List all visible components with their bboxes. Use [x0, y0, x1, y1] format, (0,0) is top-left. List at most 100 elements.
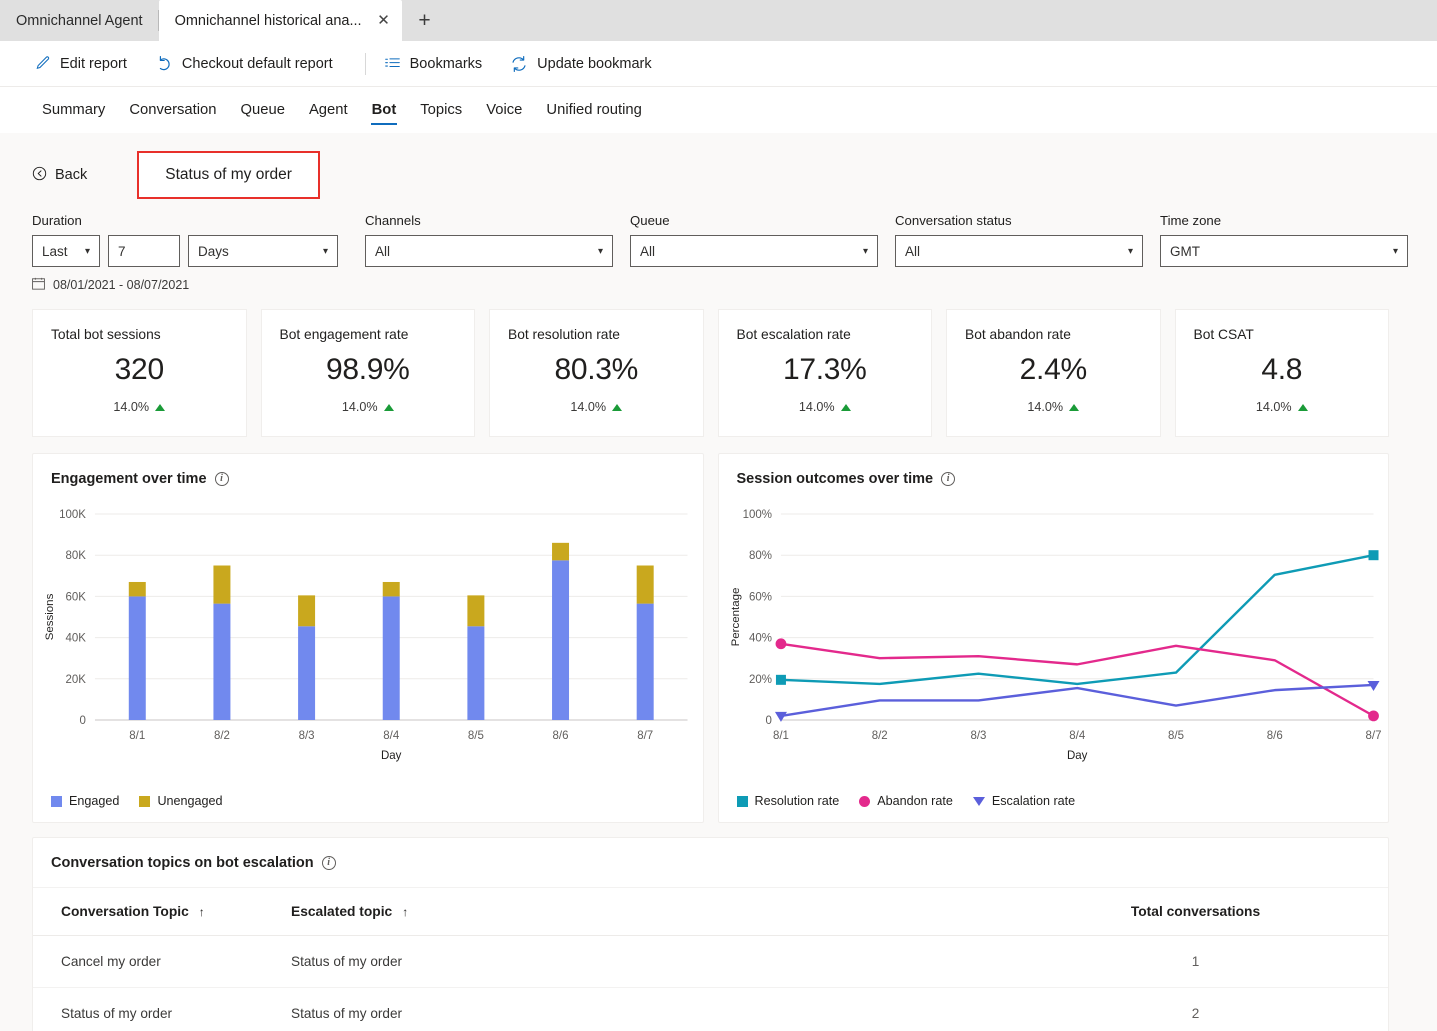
conversation-status-label: Conversation status	[895, 213, 1012, 228]
info-icon[interactable]: i	[214, 472, 229, 486]
update-bookmark-button[interactable]: Update bookmark	[510, 49, 665, 79]
kpi-card-bot-escalation-rate[interactable]: Bot escalation rate 17.3% 14.0%	[717, 309, 932, 437]
legend-item-unengaged[interactable]: Unengaged	[139, 794, 223, 808]
legend-item-engaged[interactable]: Engaged	[51, 794, 119, 808]
kpi-delta-text: 14.0%	[113, 400, 150, 414]
tab-label: Voice	[486, 102, 523, 118]
kpi-value: 98.9%	[325, 353, 410, 386]
back-button[interactable]: Back	[32, 166, 87, 185]
tab-label: Queue	[240, 102, 285, 118]
svg-text:80K: 80K	[66, 550, 87, 562]
chevron-down-icon: ▾	[597, 245, 603, 257]
queue-label: Queue	[630, 213, 670, 228]
kpi-delta-text: 14.0%	[798, 400, 835, 414]
browser-tab-active[interactable]: Omnichannel historical ana... ✕	[158, 0, 402, 41]
session-outcomes-legend: Resolution rate Abandon rate Escalation …	[736, 794, 1076, 808]
tab-label: Agent	[308, 102, 348, 118]
column-header-total-conversations[interactable]: Total conversations	[1003, 888, 1388, 936]
plus-icon: +	[418, 9, 431, 32]
tab-topics[interactable]: Topics	[408, 87, 474, 133]
tab-label: Topics	[420, 102, 463, 118]
engagement-over-time-card: Engagement over time i 0 20K 40K 60K 80K 100K…	[32, 453, 704, 823]
page-title-text: Status of my order	[165, 166, 292, 183]
svg-text:60K: 60K	[66, 591, 87, 603]
info-icon[interactable]: i	[321, 856, 336, 870]
tab-summary[interactable]: Summary	[30, 87, 117, 133]
kpi-card-bot-resolution-rate[interactable]: Bot resolution rate 80.3% 14.0%	[489, 309, 704, 437]
timezone-filter-group: Time zone GMT ▾	[1160, 213, 1408, 267]
kpi-card-bot-abandon-rate[interactable]: Bot abandon rate 2.4% 14.0%	[946, 309, 1161, 437]
svg-text:8/7: 8/7	[637, 730, 653, 742]
legend-swatch-resolution-rate	[736, 795, 748, 807]
kpi-title: Bot engagement rate	[279, 327, 409, 342]
pencil-icon	[34, 55, 51, 72]
conversation-status-select[interactable]: All ▾	[895, 235, 1143, 267]
tab-unified-routing[interactable]: Unified routing	[534, 87, 653, 133]
legend-item-abandon-rate[interactable]: Abandon rate	[859, 794, 953, 808]
kpi-title: Bot CSAT	[1193, 327, 1254, 342]
session-outcomes-over-time-card: Session outcomes over time i 0 20% 40% 60% 8…	[717, 453, 1389, 823]
engagement-bar-chart[interactable]: 0 20K 40K 60K 80K 100K 8/1 8/2 8/3 8/4 8/5 8/6 8/7 Da…	[33, 498, 703, 788]
edit-report-button[interactable]: Edit report	[34, 49, 141, 78]
tab-voice[interactable]: Voice	[474, 87, 534, 133]
legend-item-resolution-rate[interactable]: Resolution rate	[736, 794, 839, 808]
tab-agent[interactable]: Agent	[297, 87, 360, 133]
report-pivot-nav: Summary Conversation Queue Agent Bot Top…	[0, 87, 1437, 133]
kpi-value: 17.3%	[782, 353, 867, 386]
svg-text:8/3: 8/3	[299, 730, 315, 742]
report-page: Back Status of my order Duration Last ▾ …	[0, 133, 1437, 1031]
svg-text:8/5: 8/5	[1168, 730, 1184, 742]
column-header-conversation-topic[interactable]: Conversation Topic ↑	[33, 888, 263, 936]
kpi-title: Bot resolution rate	[508, 327, 620, 342]
queue-select[interactable]: All ▾	[630, 235, 878, 267]
browser-tab-title: Omnichannel Agent	[16, 12, 143, 29]
timezone-label: Time zone	[1160, 213, 1222, 228]
tab-bot[interactable]: Bot	[360, 87, 409, 133]
close-icon[interactable]: ✕	[374, 11, 394, 31]
duration-relative-select[interactable]: Last ▾	[32, 235, 100, 267]
svg-text:80%: 80%	[748, 550, 771, 562]
column-header-escalated-topic[interactable]: Escalated topic ↑	[263, 888, 1003, 936]
back-label: Back	[55, 167, 88, 183]
duration-amount-input[interactable]: 7	[108, 235, 180, 267]
trend-up-icon	[155, 403, 166, 411]
svg-text:Day: Day	[381, 750, 402, 762]
duration-relative-value: Last	[42, 243, 68, 259]
chevron-down-icon: ▾	[862, 245, 868, 257]
checkout-default-report-button[interactable]: Checkout default report	[155, 49, 347, 79]
table-row[interactable]: Cancel my order Status of my order 1	[33, 935, 1388, 988]
browser-tab-strip: Omnichannel Agent Omnichannel historical…	[0, 0, 1437, 41]
edit-report-label: Edit report	[60, 55, 127, 72]
legend-swatch-abandon-rate	[859, 795, 871, 807]
kpi-delta-text: 14.0%	[341, 400, 378, 414]
browser-tab-title: Omnichannel historical ana...	[174, 12, 362, 29]
bookmarks-button[interactable]: Bookmarks	[384, 49, 497, 78]
trend-up-icon	[612, 403, 623, 411]
duration-unit-select[interactable]: Days ▾	[188, 235, 338, 267]
chevron-down-icon: ▾	[322, 245, 328, 257]
info-icon[interactable]: i	[941, 472, 956, 486]
tab-conversation[interactable]: Conversation	[117, 87, 228, 133]
tab-queue[interactable]: Queue	[229, 87, 297, 133]
column-label: Total conversations	[1130, 904, 1261, 919]
table-row[interactable]: Status of my order Status of my order 2	[33, 987, 1388, 1031]
table-header-row: Conversation Topic ↑ Escalated topic ↑ Tot…	[33, 888, 1388, 936]
kpi-value: 320	[114, 353, 164, 386]
legend-item-escalation-rate[interactable]: Escalation rate	[972, 794, 1076, 808]
channels-select[interactable]: All ▾	[365, 235, 613, 267]
filter-bar: Duration Last ▾ 7 Days ▾ Channels All ▾	[0, 199, 1437, 267]
trend-up-icon	[383, 403, 394, 411]
legend-label: Unengaged	[157, 794, 223, 808]
legend-label: Escalation rate	[991, 794, 1076, 808]
new-tab-button[interactable]: +	[408, 4, 442, 38]
timezone-select[interactable]: GMT ▾	[1160, 235, 1408, 267]
cell-escalated-topic: Status of my order	[263, 935, 1003, 988]
command-bar: Edit report Checkout default report Book…	[0, 41, 1437, 87]
kpi-card-bot-engagement-rate[interactable]: Bot engagement rate 98.9% 14.0%	[260, 309, 475, 437]
browser-tab-inactive[interactable]: Omnichannel Agent	[0, 0, 159, 41]
conversation-topics-table: Conversation Topic ↑ Escalated topic ↑ Tot…	[33, 888, 1388, 1031]
kpi-card-bot-csat[interactable]: Bot CSAT 4.8 14.0%	[1174, 309, 1389, 437]
svg-text:8/1: 8/1	[772, 730, 788, 742]
kpi-card-total-bot-sessions[interactable]: Total bot sessions 320 14.0%	[32, 309, 247, 437]
session-outcomes-line-chart[interactable]: 0 20% 40% 60% 80% 100% 8/1 8/2 8/3 8/4 8/5 8/6 8/7 Da…	[719, 498, 1389, 788]
